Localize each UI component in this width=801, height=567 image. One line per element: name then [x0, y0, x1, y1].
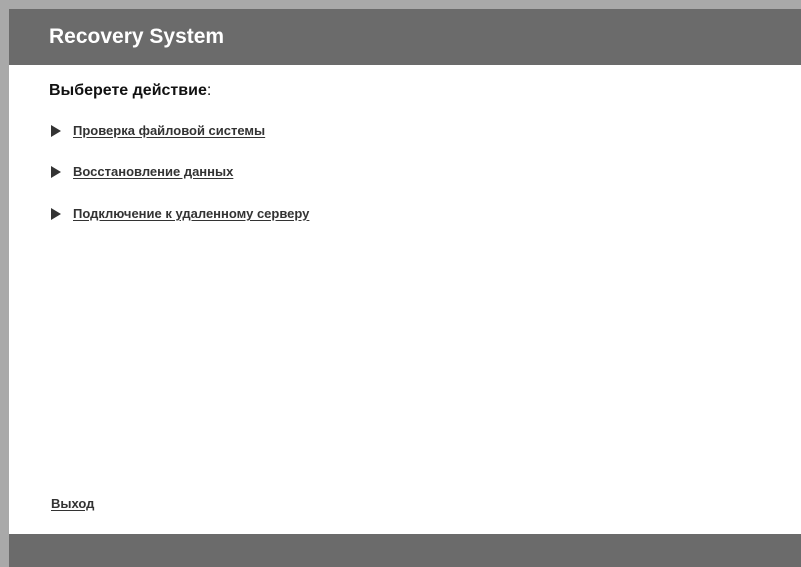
- action-connect-remote-server[interactable]: Подключение к удаленному серверу: [51, 205, 309, 223]
- triangle-right-icon: [51, 208, 61, 220]
- triangle-right-icon: [51, 166, 61, 178]
- action-check-filesystem[interactable]: Проверка файловой системы: [51, 122, 265, 140]
- footer-bar: [9, 534, 801, 567]
- page-heading: Выберете действие:: [49, 81, 211, 101]
- triangle-right-icon: [51, 125, 61, 137]
- title-bar: Recovery System: [9, 9, 801, 65]
- action-data-recovery[interactable]: Восстановление данных: [51, 163, 233, 181]
- recovery-window: Recovery System Выберете действие: Прове…: [0, 0, 801, 567]
- page-heading-text: Выберете действие: [49, 82, 207, 99]
- action-connect-remote-server-label[interactable]: Подключение к удаленному серверу: [73, 205, 309, 223]
- action-check-filesystem-label[interactable]: Проверка файловой системы: [73, 122, 265, 140]
- exit-link[interactable]: Выход: [51, 495, 94, 513]
- action-data-recovery-label[interactable]: Восстановление данных: [73, 163, 233, 181]
- window-title: Recovery System: [49, 25, 225, 48]
- page-heading-colon: :: [206, 82, 212, 99]
